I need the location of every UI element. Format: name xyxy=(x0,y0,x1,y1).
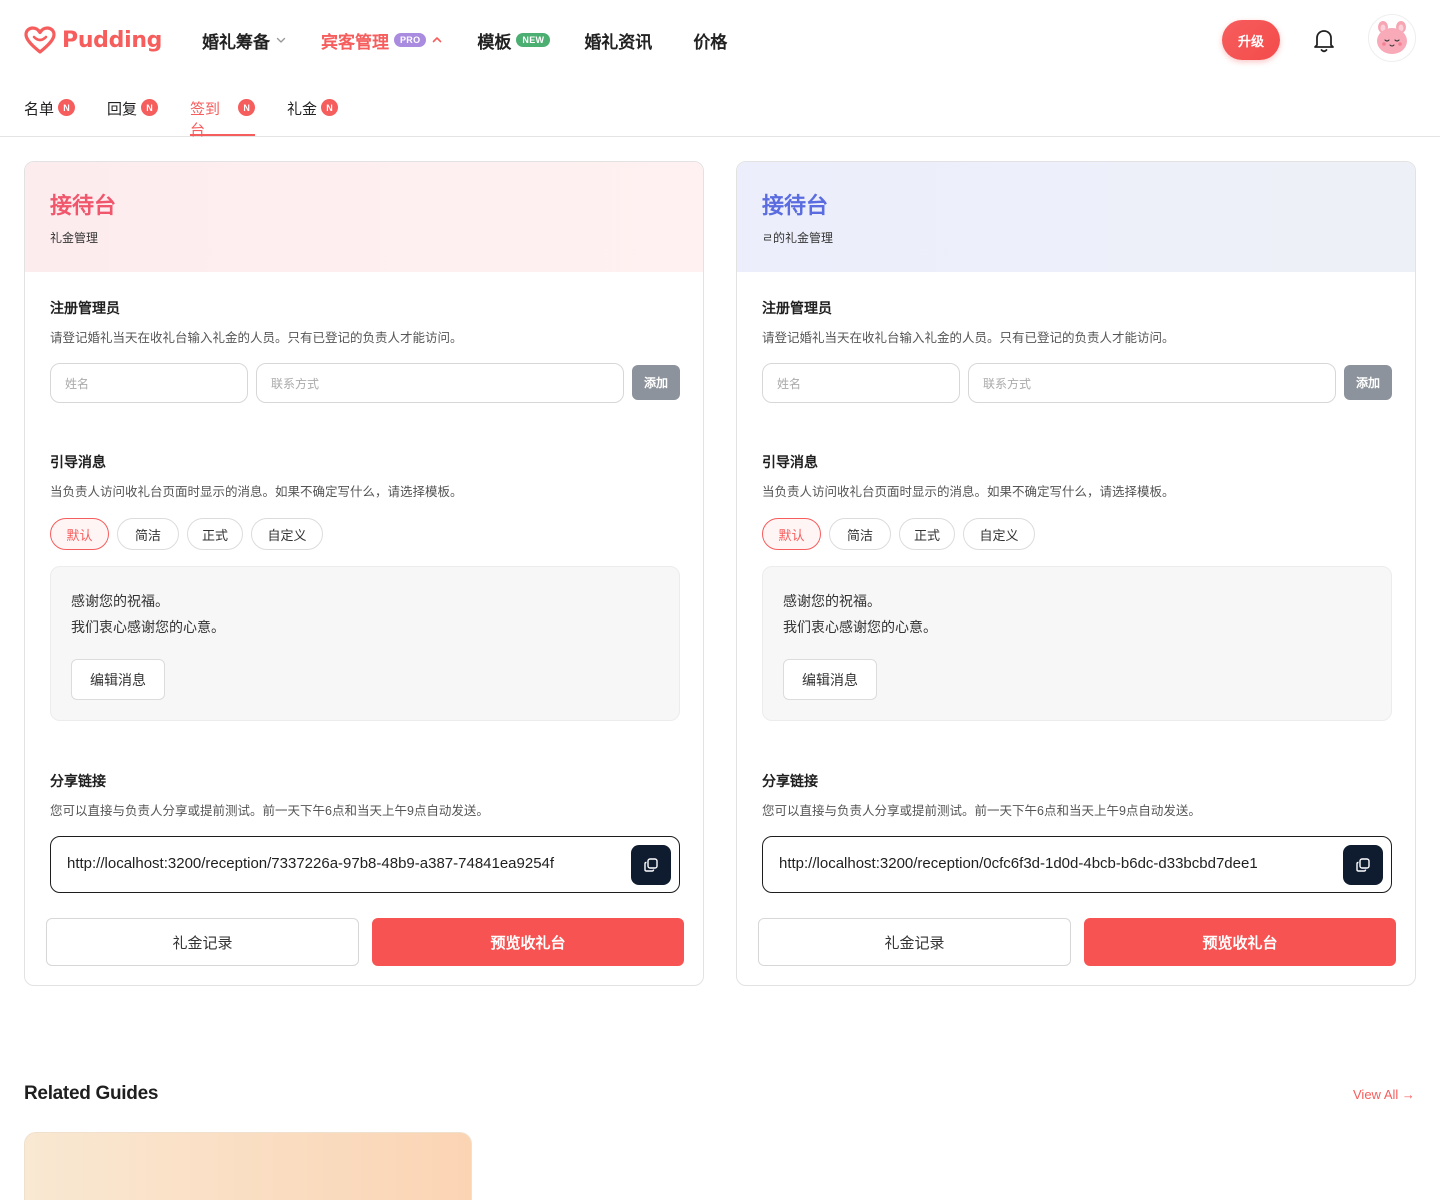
nav-guest-management[interactable]: 宾客管理 PRO xyxy=(321,28,443,53)
edit-message-button[interactable]: 编辑消息 xyxy=(71,659,165,700)
template-chip-custom[interactable]: 自定义 xyxy=(251,518,323,550)
share-link-title: 分享链接 xyxy=(762,773,818,789)
share-link-field[interactable]: http://localhost:3200/reception/7337226a… xyxy=(50,836,680,893)
subtab-label: 名单 xyxy=(24,101,55,118)
subtab-list[interactable]: 名单 N xyxy=(24,98,76,136)
template-chip-simple[interactable]: 简洁 xyxy=(829,518,891,550)
nav-label: 婚礼资讯 xyxy=(584,32,653,52)
add-manager-button[interactable]: 添加 xyxy=(632,365,680,400)
share-link-desc: 您可以直接与负责人分享或提前测试。前一天下午6点和当天上午9点自动发送。 xyxy=(762,804,1201,818)
guide-message-title: 引导消息 xyxy=(762,454,818,470)
guide-message-desc: 当负责人访问收礼台页面时显示的消息。如果不确定写什么，请选择模板。 xyxy=(50,485,463,499)
main-nav: 婚礼筹备 宾客管理 PRO 模板 NEW 婚礼资讯 价格 xyxy=(202,26,761,54)
guide-message-desc: 当负责人访问收礼台页面时显示的消息。如果不确定写什么，请选择模板。 xyxy=(762,485,1175,499)
template-chip-simple[interactable]: 简洁 xyxy=(117,518,179,550)
register-desc: 请登记婚礼当天在收礼台输入礼金的人员。只有已登记的负责人才能访问。 xyxy=(50,331,463,345)
guest-subtabs: 名单 N 回复 N 签到台 N 礼金 N xyxy=(0,80,1440,139)
share-link-url: http://localhost:3200/reception/7337226a… xyxy=(67,855,555,872)
nav-pricing[interactable]: 价格 xyxy=(693,28,727,53)
name-input[interactable]: 姓名 xyxy=(50,363,248,403)
gift-records-button[interactable]: 礼金记录 xyxy=(46,918,359,966)
new-dot-badge: N xyxy=(58,99,76,116)
template-chip-custom[interactable]: 自定义 xyxy=(963,518,1035,550)
contact-input[interactable]: 联系方式 xyxy=(256,363,624,403)
preview-reception-button[interactable]: 预览收礼台 xyxy=(372,918,684,966)
reception-card-1: 接待台 礼金管理 注册管理员 请登记婚礼当天在收礼台输入礼金的人员。只有已登记的… xyxy=(24,161,704,986)
message-line: 我们衷心感谢您的心意。 xyxy=(783,619,937,635)
template-chip-default[interactable]: 默认 xyxy=(50,518,109,550)
register-title: 注册管理员 xyxy=(50,300,120,316)
top-header: Pudding 婚礼筹备 宾客管理 PRO 模板 NEW 婚礼资讯 价格 升级 xyxy=(0,0,1440,80)
contact-input[interactable]: 联系方式 xyxy=(968,363,1336,403)
nav-label: 宾客管理 xyxy=(321,32,389,52)
subtab-replies[interactable]: 回复 N xyxy=(107,98,159,136)
message-preview-box: 感谢您的祝福。 我们衷心感谢您的心意。 编辑消息 xyxy=(50,566,680,721)
bell-icon[interactable] xyxy=(1308,24,1340,56)
gift-records-button[interactable]: 礼金记录 xyxy=(758,918,1071,966)
chevron-up-icon xyxy=(433,37,442,43)
upgrade-button[interactable]: 升级 xyxy=(1222,20,1280,60)
subtab-label: 礼金 xyxy=(287,101,318,118)
nav-wedding-news[interactable]: 婚礼资讯 xyxy=(584,28,652,53)
add-manager-button[interactable]: 添加 xyxy=(1344,365,1392,400)
nav-label: 婚礼筹备 xyxy=(202,32,270,52)
copy-icon xyxy=(1356,858,1370,872)
chevron-down-icon xyxy=(276,37,286,43)
card-title: 接待台 xyxy=(50,193,117,218)
copy-icon xyxy=(644,858,658,872)
bunny-avatar-icon xyxy=(1377,21,1407,54)
share-link-url: http://localhost:3200/reception/0cfc6f3d… xyxy=(779,855,1258,872)
pro-badge: PRO xyxy=(394,33,427,47)
preview-reception-button[interactable]: 预览收礼台 xyxy=(1084,918,1396,966)
related-guides-title: Related Guides xyxy=(24,1083,159,1104)
nav-label: 价格 xyxy=(693,32,728,52)
nav-wedding-prep[interactable]: 婚礼筹备 xyxy=(202,28,287,53)
nav-label: 模板 xyxy=(477,32,512,52)
card-header: 接待台 礼金管理 xyxy=(25,162,703,272)
subtab-label: 回复 xyxy=(107,101,138,118)
card-title: 接待台 xyxy=(762,193,829,218)
message-line: 感谢您的祝福。 xyxy=(71,593,169,609)
guide-card[interactable] xyxy=(24,1132,472,1200)
reception-card-2: 接待台 ㄹ的礼金管理 注册管理员 请登记婚礼当天在收礼台输入礼金的人员。只有已登… xyxy=(736,161,1416,986)
subtab-label: 签到台 xyxy=(190,101,221,139)
message-preview-box: 感谢您的祝福。 我们衷心感谢您的心意。 编辑消息 xyxy=(762,566,1392,721)
register-desc: 请登记婚礼当天在收礼台输入礼金的人员。只有已登记的负责人才能访问。 xyxy=(762,331,1175,345)
template-chip-formal[interactable]: 正式 xyxy=(899,518,955,550)
new-badge: NEW xyxy=(516,33,551,47)
share-link-field[interactable]: http://localhost:3200/reception/0cfc6f3d… xyxy=(762,836,1392,893)
copy-link-button[interactable] xyxy=(1343,845,1383,885)
card-subtitle: ㄹ的礼金管理 xyxy=(762,231,834,245)
new-dot-badge: N xyxy=(238,99,255,116)
share-link-desc: 您可以直接与负责人分享或提前测试。前一天下午6点和当天上午9点自动发送。 xyxy=(50,804,489,818)
edit-message-button[interactable]: 编辑消息 xyxy=(783,659,877,700)
nav-templates[interactable]: 模板 NEW xyxy=(477,28,551,53)
brand-logo[interactable]: Pudding xyxy=(24,24,162,56)
subtab-gift-money[interactable]: 礼金 N xyxy=(287,98,339,136)
heart-logo-icon xyxy=(24,26,56,54)
share-link-title: 分享链接 xyxy=(50,773,106,789)
name-input[interactable]: 姓名 xyxy=(762,363,960,403)
message-line: 感谢您的祝福。 xyxy=(783,593,881,609)
template-chip-formal[interactable]: 正式 xyxy=(187,518,243,550)
card-subtitle: 礼金管理 xyxy=(50,231,99,245)
template-chip-default[interactable]: 默认 xyxy=(762,518,821,550)
view-all-link[interactable]: View All → xyxy=(1353,1087,1415,1102)
card-header: 接待台 ㄹ的礼金管理 xyxy=(737,162,1415,272)
new-dot-badge: N xyxy=(321,99,339,116)
message-line: 我们衷心感谢您的心意。 xyxy=(71,619,225,635)
user-avatar[interactable] xyxy=(1368,14,1416,62)
guide-message-title: 引导消息 xyxy=(50,454,106,470)
new-dot-badge: N xyxy=(141,99,159,116)
subtab-check-in[interactable]: 签到台 N xyxy=(190,98,255,139)
copy-link-button[interactable] xyxy=(631,845,671,885)
brand-name: Pudding xyxy=(62,27,163,53)
register-title: 注册管理员 xyxy=(762,300,832,316)
